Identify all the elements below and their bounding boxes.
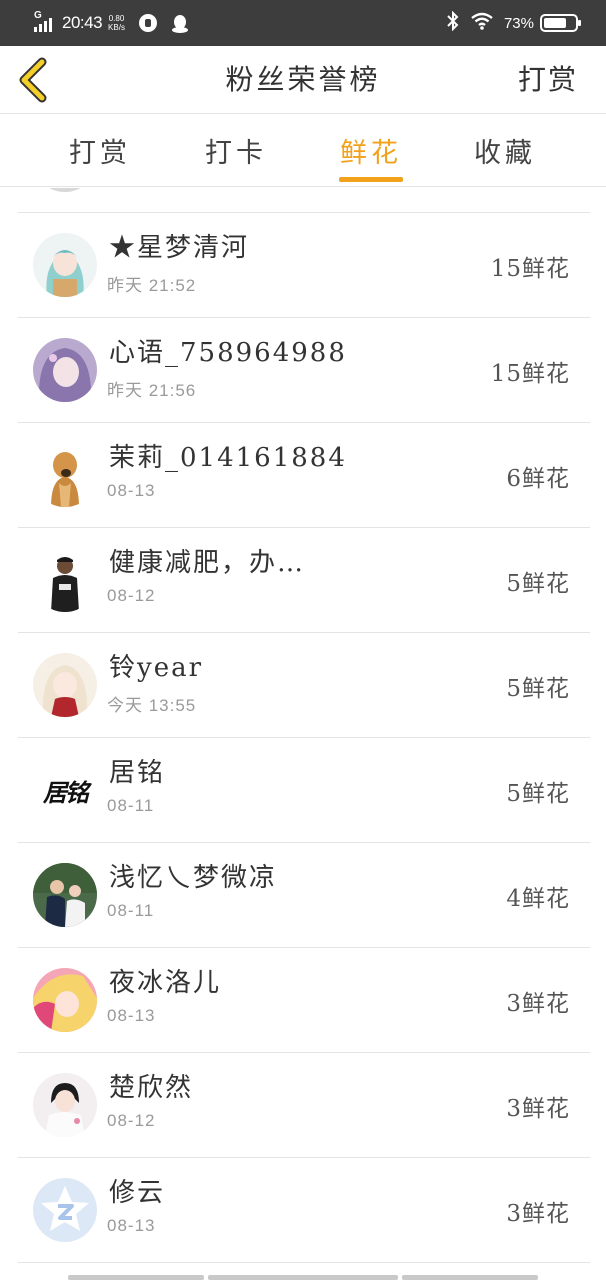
list-item[interactable]: ★星梦清河 昨天 21:52 15鲜花 [18,213,590,318]
avatar-calligraphy: 居铭 [43,777,89,807]
flower-count: 5鲜花 [506,571,570,597]
signal-icon: G [32,10,58,34]
item-username: 居铭 [109,758,166,788]
wifi-icon [470,12,494,34]
default-star-avatar-icon [33,1178,97,1242]
list-item[interactable]: 心语_758964988 昨天 21:56 15鲜花 [18,318,590,423]
item-username: 夜冰洛儿 [109,968,222,998]
avatar [33,1178,97,1242]
flower-count: 4鲜花 [506,886,570,912]
status-bar: G 20:43 0.80 KB/s 73% [0,0,606,46]
flower-count: 5鲜花 [506,781,570,807]
item-username: 浅忆乀梦微凉 [109,863,278,893]
reward-button[interactable]: 打赏 [518,58,578,98]
item-username: 健康减肥，办… [109,548,306,578]
flower-count: 15鲜花 [490,361,570,387]
tab-reward[interactable]: 打赏 [50,131,150,170]
avatar [33,863,97,927]
list-item[interactable]: 健康减肥，办… 08-12 5鲜花 [18,528,590,633]
app-header: 粉丝荣誉榜 打赏 [0,46,606,114]
list-item[interactable]: 修云 08-13 3鲜花 [18,1158,590,1263]
avatar [33,968,97,1032]
avatar [33,1073,97,1137]
network-speed: 0.80 KB/s [108,14,125,32]
fan-ranking-list: 丰允 ★星梦清河 昨天 21:52 15鲜花 心语_75896498 [0,188,606,1268]
item-date: 昨天 21:52 [107,276,197,295]
item-date: 08-12 [107,586,156,605]
item-date: 08-13 [107,481,156,500]
flower-count: 3鲜花 [506,1096,570,1122]
item-username: 铃year [109,653,204,683]
qq-penguin-icon [171,14,189,33]
clock: 20:43 [62,13,103,32]
flower-count: 15鲜花 [490,256,570,282]
bluetooth-icon [446,10,460,35]
notification-app-icon [138,14,157,32]
list-item[interactable]: 居铭 居铭 08-11 5鲜花 [18,738,590,843]
list-item[interactable]: 茉莉_014161884 08-13 6鲜花 [18,423,590,528]
item-date: 08-11 [107,901,155,920]
item-username: ★星梦清河 [109,233,250,263]
item-date: 今天 13:55 [107,696,197,715]
avatar [33,548,97,612]
list-item[interactable]: 浅忆乀梦微凉 08-11 4鲜花 [18,843,590,948]
item-username: 茉莉_014161884 [109,443,347,473]
item-date: 08-11 [107,796,155,815]
flower-count: 3鲜花 [506,991,570,1017]
avatar [33,653,97,717]
item-username: 修云 [109,1178,166,1208]
list-item-partial[interactable]: 丰允 [18,188,590,213]
item-username: 心语_758964988 [109,338,347,368]
tab-bar: 打赏 打卡 鲜花 收藏 [0,115,606,187]
list-item[interactable]: 铃year 今天 13:55 5鲜花 [18,633,590,738]
tab-favorites[interactable]: 收藏 [455,131,555,170]
battery-icon [540,14,581,32]
bottom-edge [0,1272,606,1280]
avatar [33,188,97,192]
item-date: 昨天 21:56 [107,381,197,400]
list-item[interactable]: 夜冰洛儿 08-13 3鲜花 [18,948,590,1053]
item-date: 08-13 [107,1006,156,1025]
item-date: 08-12 [107,1111,156,1130]
avatar [33,338,97,402]
tab-checkin[interactable]: 打卡 [186,131,286,170]
battery-percent: 73% [503,14,534,32]
item-date: 丰允 [107,188,143,191]
item-username: 楚欣然 [109,1073,194,1103]
avatar [33,443,97,507]
flower-count: 6鲜花 [506,466,570,492]
avatar: 居铭 [33,758,97,822]
flower-count: 5鲜花 [506,676,570,702]
item-date: 08-13 [107,1216,156,1235]
tab-flowers[interactable]: 鲜花 [321,131,421,170]
list-item[interactable]: 楚欣然 08-12 3鲜花 [18,1053,590,1158]
avatar [33,233,97,297]
active-tab-indicator [339,177,403,182]
page-title: 粉丝荣誉榜 [225,63,381,96]
flower-count: 3鲜花 [506,1201,570,1227]
